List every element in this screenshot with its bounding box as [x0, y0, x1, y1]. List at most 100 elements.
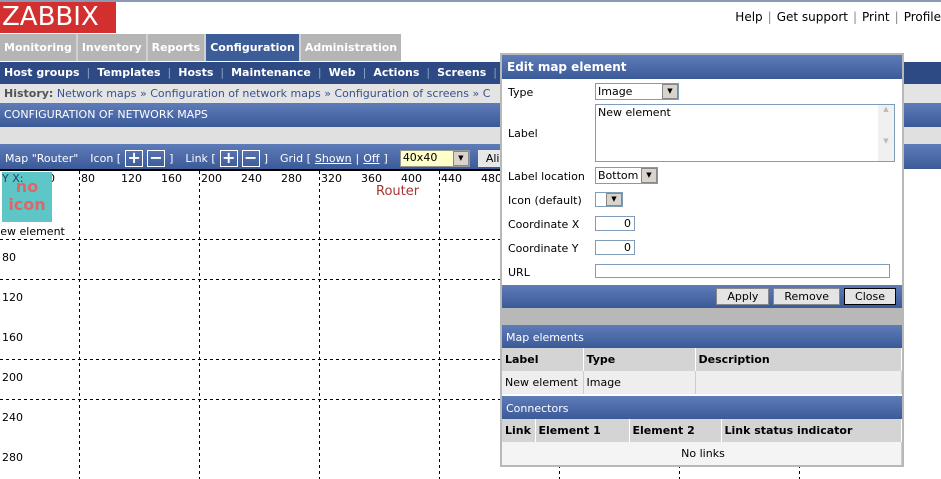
bracket: ]	[263, 152, 269, 165]
grid-size-value: 40x40	[402, 151, 438, 164]
col-label: Label	[502, 348, 584, 371]
bracket: ]	[169, 152, 174, 165]
history-item[interactable]: C	[483, 87, 491, 100]
col-description: Description	[695, 348, 902, 371]
x-tick: 440	[441, 172, 462, 185]
get-support-link[interactable]: Get support	[777, 10, 848, 24]
type-value: Image	[598, 85, 633, 98]
y-tick: 280	[2, 451, 23, 464]
grid-off-link[interactable]: Off	[363, 152, 379, 165]
y-tick: 160	[2, 331, 23, 344]
x-tick: 480	[481, 172, 502, 185]
no-links-message: No links	[502, 442, 902, 465]
apply-button[interactable]: Apply	[716, 288, 770, 305]
col-type: Type	[583, 348, 696, 371]
history-label: History:	[4, 87, 54, 100]
tab-monitoring[interactable]: Monitoring	[0, 34, 76, 61]
x-tick: 240	[241, 172, 262, 185]
x-tick: 80	[81, 172, 95, 185]
remove-button[interactable]: Remove	[773, 288, 841, 305]
zabbix-logo[interactable]: ZABBIX	[0, 2, 116, 33]
y-tick: 120	[2, 291, 23, 304]
grid-shown-link[interactable]: Shown	[315, 152, 352, 165]
y-tick: 80	[2, 251, 16, 264]
tab-configuration[interactable]: Configuration	[206, 34, 299, 61]
history-item[interactable]: Configuration of network maps	[150, 87, 321, 100]
close-button[interactable]: Close	[844, 288, 896, 305]
coord-y-label: Coordinate Y	[508, 242, 579, 255]
x-tick: 280	[281, 172, 302, 185]
connectors-header: Connectors	[502, 396, 902, 419]
icon-select[interactable]: ▼	[595, 192, 623, 207]
element-description	[695, 371, 902, 394]
map-elements-header: Map elements	[502, 325, 902, 348]
history-item[interactable]: Configuration of screens	[334, 87, 469, 100]
table-row[interactable]: New element Image	[502, 371, 902, 394]
edit-map-element-dialog: Edit map element Type Image ▼ Label New e…	[500, 53, 904, 467]
url-input[interactable]	[595, 264, 890, 278]
label-textarea[interactable]: New element ▲ ▼	[595, 104, 895, 162]
icon-default-label: Icon (default)	[508, 194, 582, 207]
connectors-table: Link Element 1 Element 2 Link status indica…	[502, 419, 902, 465]
col-link-status: Link status indicator	[721, 419, 902, 442]
y-tick: 200	[2, 371, 23, 384]
print-link[interactable]: Print	[862, 10, 890, 24]
subnav-web[interactable]: Web	[329, 66, 356, 79]
subnav-actions[interactable]: Actions	[373, 66, 419, 79]
map-name: Map "Router"	[5, 152, 79, 165]
subnav-hosts[interactable]: Hosts	[178, 66, 213, 79]
add-link-button[interactable]: +	[219, 150, 238, 167]
grid-label: Grid [	[280, 152, 311, 165]
chevron-down-icon: ▼	[641, 168, 657, 183]
subnav-maintenance[interactable]: Maintenance	[231, 66, 311, 79]
remove-icon-button[interactable]: −	[147, 150, 166, 167]
add-icon-button[interactable]: +	[125, 150, 144, 167]
label-value: New element	[598, 106, 671, 119]
divider	[502, 308, 902, 325]
header-links: Help | Get support | Print | Profile	[735, 10, 941, 24]
map-elements-table: Label Type Description New element Image	[502, 348, 902, 394]
tab-inventory[interactable]: Inventory	[77, 34, 146, 61]
coord-x-input[interactable]: 0	[595, 216, 635, 231]
x-tick: 160	[161, 172, 182, 185]
type-select[interactable]: Image ▼	[595, 83, 679, 100]
main-tabs: Monitoring Inventory Reports Configurati…	[0, 34, 402, 61]
axis-corner: Y X:	[2, 172, 24, 185]
x-tick: 120	[121, 172, 142, 185]
dialog-title: Edit map element	[502, 55, 902, 79]
subnav-templates[interactable]: Templates	[97, 66, 160, 79]
dialog-button-bar: Apply Remove Close	[502, 285, 902, 308]
coord-y-input[interactable]: 0	[595, 240, 635, 255]
coord-x-label: Coordinate X	[508, 218, 580, 231]
bracket: ]	[383, 152, 388, 165]
chevron-down-icon: ▼	[662, 84, 678, 99]
subnav-host-groups[interactable]: Host groups	[4, 66, 80, 79]
top-border	[0, 0, 941, 2]
subnav-screens[interactable]: Screens	[437, 66, 486, 79]
tab-reports[interactable]: Reports	[147, 34, 205, 61]
textarea-scrollbar[interactable]: ▲ ▼	[878, 105, 894, 161]
label-location-select[interactable]: Bottom ▼	[595, 167, 658, 184]
type-label: Type	[508, 86, 534, 99]
y-tick: 240	[2, 411, 23, 424]
col-element-2: Element 2	[629, 419, 722, 442]
tab-administration[interactable]: Administration	[300, 34, 402, 61]
map-element-label: New element	[0, 225, 65, 238]
help-link[interactable]: Help	[735, 10, 762, 24]
url-label: URL	[508, 266, 530, 279]
x-tick: 320	[321, 172, 342, 185]
link-label: Link [	[185, 152, 216, 165]
label-location-value: Bottom	[598, 169, 639, 182]
col-element-1: Element 1	[535, 419, 630, 442]
label-location-label: Label location	[508, 170, 585, 183]
x-tick: 200	[201, 172, 222, 185]
label-label: Label	[508, 127, 538, 140]
profile-link[interactable]: Profile	[904, 10, 941, 24]
grid-size-select[interactable]: 40x40 ▼	[399, 150, 470, 167]
chevron-down-icon: ▼	[452, 151, 469, 166]
chevron-down-icon: ▼	[606, 193, 622, 206]
element-label[interactable]: New element	[502, 371, 584, 394]
map-title: Router	[376, 184, 420, 199]
remove-link-button[interactable]: −	[241, 150, 260, 167]
history-item[interactable]: Network maps	[57, 87, 137, 100]
